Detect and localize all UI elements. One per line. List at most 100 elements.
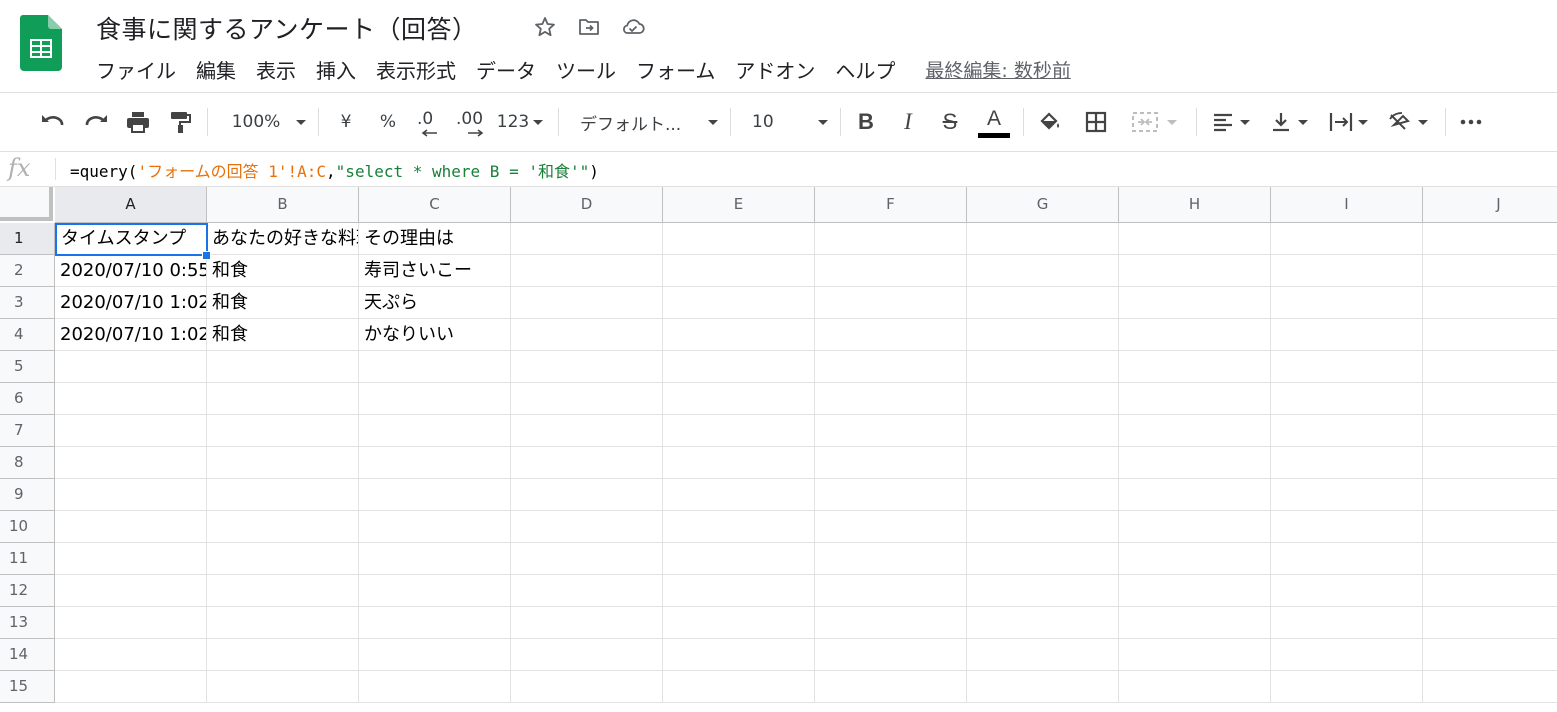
empty-cell[interactable] bbox=[967, 447, 1119, 479]
empty-cell[interactable] bbox=[1423, 575, 1557, 607]
empty-cell[interactable] bbox=[207, 383, 359, 415]
column-header-i[interactable]: I bbox=[1271, 187, 1423, 223]
empty-cell[interactable] bbox=[815, 543, 967, 575]
row-header-8[interactable]: 8 bbox=[0, 447, 55, 479]
empty-cell[interactable] bbox=[55, 639, 207, 671]
empty-cell[interactable] bbox=[359, 543, 511, 575]
menu-edit[interactable]: 編集 bbox=[186, 53, 246, 86]
empty-cell[interactable] bbox=[511, 319, 663, 351]
empty-cell[interactable] bbox=[1119, 351, 1271, 383]
zoom-select[interactable]: 100% bbox=[222, 104, 312, 140]
row-header-12[interactable]: 12 bbox=[0, 575, 55, 607]
vertical-align-icon[interactable] bbox=[1266, 104, 1314, 140]
redo-icon[interactable] bbox=[81, 104, 111, 140]
undo-icon[interactable] bbox=[38, 104, 68, 140]
empty-cell[interactable] bbox=[967, 255, 1119, 287]
sheets-logo-icon[interactable] bbox=[20, 15, 62, 71]
empty-cell[interactable] bbox=[663, 479, 815, 511]
empty-cell[interactable] bbox=[967, 607, 1119, 639]
column-header-b[interactable]: B bbox=[207, 187, 359, 223]
menu-addons[interactable]: アドオン bbox=[725, 53, 825, 86]
menu-form[interactable]: フォーム bbox=[626, 53, 725, 86]
text-color-icon[interactable]: A bbox=[976, 104, 1012, 140]
empty-cell[interactable] bbox=[1271, 351, 1423, 383]
empty-cell[interactable] bbox=[663, 447, 815, 479]
star-icon[interactable] bbox=[532, 14, 558, 40]
empty-cell[interactable] bbox=[1423, 671, 1557, 703]
cell-a2[interactable]: 2020/07/10 0:55: bbox=[55, 255, 207, 287]
empty-cell[interactable] bbox=[511, 607, 663, 639]
empty-cell[interactable] bbox=[1119, 479, 1271, 511]
empty-cell[interactable] bbox=[1423, 511, 1557, 543]
row-header-2[interactable]: 2 bbox=[0, 255, 55, 287]
empty-cell[interactable] bbox=[55, 575, 207, 607]
empty-cell[interactable] bbox=[663, 415, 815, 447]
row-header-6[interactable]: 6 bbox=[0, 383, 55, 415]
empty-cell[interactable] bbox=[815, 447, 967, 479]
menu-data[interactable]: データ bbox=[466, 53, 546, 86]
empty-cell[interactable] bbox=[1271, 255, 1423, 287]
cell-c3[interactable]: 天ぷら bbox=[359, 287, 511, 319]
empty-cell[interactable] bbox=[1423, 287, 1557, 319]
empty-cell[interactable] bbox=[1119, 447, 1271, 479]
empty-cell[interactable] bbox=[663, 287, 815, 319]
empty-cell[interactable] bbox=[815, 351, 967, 383]
empty-cell[interactable] bbox=[511, 671, 663, 703]
empty-cell[interactable] bbox=[1271, 415, 1423, 447]
empty-cell[interactable] bbox=[207, 543, 359, 575]
cell-b1[interactable]: あなたの好きな料理 bbox=[207, 223, 359, 255]
empty-cell[interactable] bbox=[967, 639, 1119, 671]
cell-a4[interactable]: 2020/07/10 1:02: bbox=[55, 319, 207, 351]
cell-c2[interactable]: 寿司さいこー bbox=[359, 255, 511, 287]
empty-cell[interactable] bbox=[967, 319, 1119, 351]
menu-format[interactable]: 表示形式 bbox=[366, 53, 466, 86]
empty-cell[interactable] bbox=[1119, 415, 1271, 447]
empty-cell[interactable] bbox=[1119, 383, 1271, 415]
empty-cell[interactable] bbox=[815, 639, 967, 671]
fill-handle[interactable] bbox=[202, 251, 211, 260]
column-header-c[interactable]: C bbox=[359, 187, 511, 223]
empty-cell[interactable] bbox=[359, 511, 511, 543]
empty-cell[interactable] bbox=[511, 255, 663, 287]
row-header-5[interactable]: 5 bbox=[0, 351, 55, 383]
empty-cell[interactable] bbox=[1271, 543, 1423, 575]
empty-cell[interactable] bbox=[663, 383, 815, 415]
borders-icon[interactable] bbox=[1082, 104, 1110, 140]
row-header-10[interactable]: 10 bbox=[0, 511, 55, 543]
empty-cell[interactable] bbox=[815, 319, 967, 351]
cell-b3[interactable]: 和食 bbox=[207, 287, 359, 319]
more-formats-select[interactable]: 123 bbox=[496, 104, 546, 140]
empty-cell[interactable] bbox=[1119, 607, 1271, 639]
merge-cells-icon[interactable] bbox=[1124, 104, 1186, 140]
document-title[interactable]: 食事に関するアンケート（回答） bbox=[96, 10, 478, 46]
empty-cell[interactable] bbox=[663, 575, 815, 607]
empty-cell[interactable] bbox=[967, 543, 1119, 575]
row-header-11[interactable]: 11 bbox=[0, 543, 55, 575]
empty-cell[interactable] bbox=[1423, 415, 1557, 447]
empty-cell[interactable] bbox=[663, 543, 815, 575]
empty-cell[interactable] bbox=[359, 351, 511, 383]
row-header-1[interactable]: 1 bbox=[0, 223, 55, 255]
cell-c4[interactable]: かなりいい bbox=[359, 319, 511, 351]
empty-cell[interactable] bbox=[511, 479, 663, 511]
formula-input[interactable]: =query('フォームの回答 1'!A:C,"select * where B… bbox=[70, 158, 599, 182]
menu-file[interactable]: ファイル bbox=[86, 53, 186, 86]
empty-cell[interactable] bbox=[1119, 319, 1271, 351]
empty-cell[interactable] bbox=[815, 255, 967, 287]
empty-cell[interactable] bbox=[359, 447, 511, 479]
empty-cell[interactable] bbox=[1423, 383, 1557, 415]
empty-cell[interactable] bbox=[1423, 479, 1557, 511]
empty-cell[interactable] bbox=[815, 223, 967, 255]
empty-cell[interactable] bbox=[511, 447, 663, 479]
empty-cell[interactable] bbox=[1119, 639, 1271, 671]
row-header-13[interactable]: 13 bbox=[0, 607, 55, 639]
empty-cell[interactable] bbox=[359, 479, 511, 511]
horizontal-align-icon[interactable] bbox=[1208, 104, 1256, 140]
empty-cell[interactable] bbox=[207, 639, 359, 671]
empty-cell[interactable] bbox=[511, 223, 663, 255]
empty-cell[interactable] bbox=[967, 415, 1119, 447]
empty-cell[interactable] bbox=[55, 671, 207, 703]
empty-cell[interactable] bbox=[967, 383, 1119, 415]
empty-cell[interactable] bbox=[511, 415, 663, 447]
empty-cell[interactable] bbox=[1271, 447, 1423, 479]
